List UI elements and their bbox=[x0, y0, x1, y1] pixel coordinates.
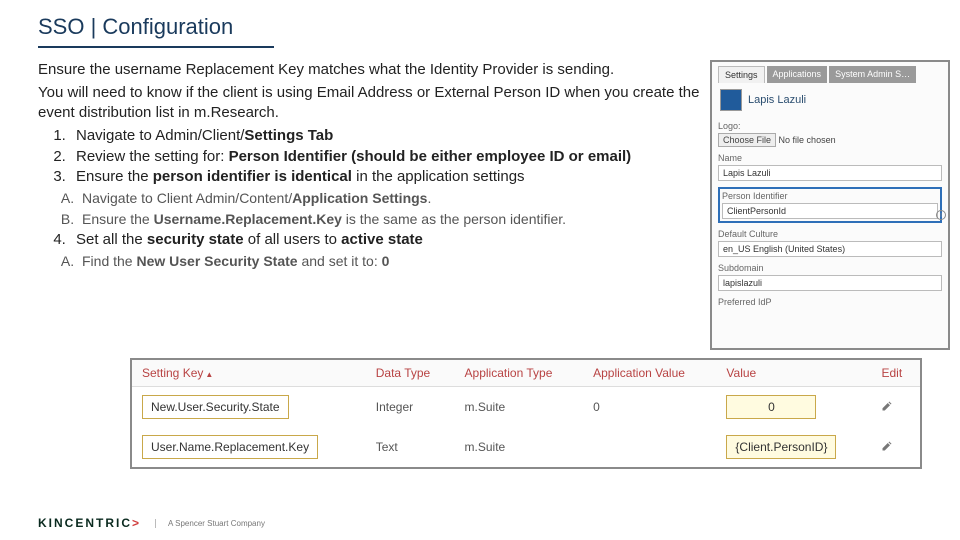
col-app-type[interactable]: Application Type bbox=[455, 360, 584, 387]
info-icon[interactable]: i bbox=[936, 210, 946, 220]
col-edit: Edit bbox=[871, 360, 920, 387]
tab-applications[interactable]: Applications bbox=[767, 66, 828, 83]
steps-list-cont: Set all the security state of all users … bbox=[38, 230, 702, 251]
substeps-4: Find the New User Security State and set… bbox=[38, 251, 702, 272]
footer: KINCENTRIC> A Spencer Stuart Company bbox=[38, 516, 265, 530]
settings-screenshot-panel: Settings Applications System Admin S… La… bbox=[710, 60, 950, 350]
step-1-pre: Navigate to Admin/Client/ bbox=[76, 127, 244, 144]
step-2: Review the setting for: Person Identifie… bbox=[70, 147, 702, 168]
subdomain-label: Subdomain bbox=[718, 263, 942, 273]
substeps-3: Navigate to Client Admin/Content/Applica… bbox=[38, 188, 702, 230]
name-label: Name bbox=[718, 153, 942, 163]
cell-atype: m.Suite bbox=[455, 387, 584, 428]
step-4-mid: of all users to bbox=[244, 231, 342, 248]
step-3: Ensure the person identifier is identica… bbox=[70, 167, 702, 188]
settings-table-wrap: Setting Key▲ Data Type Application Type … bbox=[130, 358, 922, 469]
cell-dtype: Text bbox=[366, 427, 455, 467]
logo-label: Logo: bbox=[718, 121, 942, 131]
step-3-pre: Ensure the bbox=[76, 168, 153, 185]
name-field[interactable]: Lapis Lazuli bbox=[718, 165, 942, 181]
step-4: Set all the security state of all users … bbox=[70, 230, 702, 251]
substep-3a: Navigate to Client Admin/Content/Applica… bbox=[78, 188, 702, 209]
sort-icon: ▲ bbox=[205, 370, 213, 379]
tab-system-admin[interactable]: System Admin S… bbox=[829, 66, 916, 83]
sub4a-pre: Find the bbox=[82, 253, 136, 269]
panel-tabs: Settings Applications System Admin S… bbox=[718, 66, 942, 83]
pid-field[interactable]: ClientPersonId bbox=[722, 203, 938, 219]
step-4-bold2: active state bbox=[341, 231, 423, 248]
cell-avalue bbox=[583, 427, 716, 467]
sub3a-pre: Navigate to Client Admin/Content/ bbox=[82, 190, 292, 206]
kincentric-logo: KINCENTRIC> bbox=[38, 516, 141, 530]
cell-avalue: 0 bbox=[583, 387, 716, 428]
step-1-bold: Settings Tab bbox=[244, 127, 333, 144]
pencil-icon[interactable] bbox=[881, 440, 893, 452]
pid-label: Person Identifier bbox=[722, 191, 938, 201]
culture-field[interactable]: en_US English (United States) bbox=[718, 241, 942, 257]
person-identifier-highlight: Person Identifier ClientPersonId bbox=[718, 187, 942, 223]
step-1: Navigate to Admin/Client/Settings Tab bbox=[70, 126, 702, 147]
idp-label: Preferred IdP bbox=[718, 297, 942, 307]
table-row: New.User.Security.State Integer m.Suite … bbox=[132, 387, 920, 428]
sub4a-bold2: 0 bbox=[382, 253, 390, 269]
cell-value: {Client.PersonID} bbox=[726, 435, 836, 459]
col-app-value[interactable]: Application Value bbox=[583, 360, 716, 387]
culture-label: Default Culture bbox=[718, 229, 942, 239]
sub3a-post: . bbox=[427, 190, 431, 206]
sub4a-post: and set it to: bbox=[298, 253, 382, 269]
sub4a-bold: New User Security State bbox=[136, 253, 297, 269]
step-3-post: in the application settings bbox=[352, 168, 525, 185]
pencil-icon[interactable] bbox=[881, 400, 893, 412]
no-file-text: No file chosen bbox=[779, 135, 836, 145]
substep-3b: Ensure the Username.Replacement.Key is t… bbox=[78, 209, 702, 230]
steps-list: Navigate to Admin/Client/Settings Tab Re… bbox=[38, 126, 702, 188]
footer-tagline: A Spencer Stuart Company bbox=[155, 519, 265, 528]
content-row: Ensure the username Replacement Key matc… bbox=[0, 48, 960, 350]
logo-chooser: Choose File No file chosen bbox=[718, 131, 942, 147]
brand-text: Lapis Lazuli bbox=[748, 94, 806, 106]
cell-key: User.Name.Replacement.Key bbox=[142, 435, 318, 459]
step-2-bold: Person Identifier (should be either empl… bbox=[229, 148, 632, 165]
step-4-pre: Set all the bbox=[76, 231, 147, 248]
sub3b-post: is the same as the person identifier. bbox=[342, 211, 566, 227]
col-value[interactable]: Value bbox=[716, 360, 871, 387]
cell-dtype: Integer bbox=[366, 387, 455, 428]
cell-atype: m.Suite bbox=[455, 427, 584, 467]
page-title: SSO | Configuration bbox=[0, 0, 960, 46]
settings-table: Setting Key▲ Data Type Application Type … bbox=[132, 360, 920, 467]
substep-4a: Find the New User Security State and set… bbox=[78, 251, 702, 272]
cell-key: New.User.Security.State bbox=[142, 395, 289, 419]
intro-para-2: You will need to know if the client is u… bbox=[38, 83, 702, 124]
brand-logo-icon bbox=[720, 89, 742, 111]
instructions-block: Ensure the username Replacement Key matc… bbox=[38, 60, 702, 350]
col-data-type[interactable]: Data Type bbox=[366, 360, 455, 387]
logo-chevron-icon: > bbox=[132, 516, 141, 530]
table-header-row: Setting Key▲ Data Type Application Type … bbox=[132, 360, 920, 387]
table-row: User.Name.Replacement.Key Text m.Suite {… bbox=[132, 427, 920, 467]
step-4-bold: security state bbox=[147, 231, 244, 248]
subdomain-field[interactable]: lapislazuli bbox=[718, 275, 942, 291]
intro-para-1: Ensure the username Replacement Key matc… bbox=[38, 60, 702, 81]
brand-row: Lapis Lazuli bbox=[720, 89, 942, 111]
cell-value: 0 bbox=[726, 395, 816, 419]
tab-settings[interactable]: Settings bbox=[718, 66, 765, 83]
choose-file-button[interactable]: Choose File bbox=[718, 133, 776, 147]
sub3a-bold: Application Settings bbox=[292, 190, 427, 206]
sub3b-pre: Ensure the bbox=[82, 211, 154, 227]
sub3b-bold: Username.Replacement.Key bbox=[154, 211, 342, 227]
step-3-bold: person identifier is identical bbox=[153, 168, 352, 185]
col-setting-key[interactable]: Setting Key▲ bbox=[132, 360, 366, 387]
step-2-pre: Review the setting for: bbox=[76, 148, 229, 165]
